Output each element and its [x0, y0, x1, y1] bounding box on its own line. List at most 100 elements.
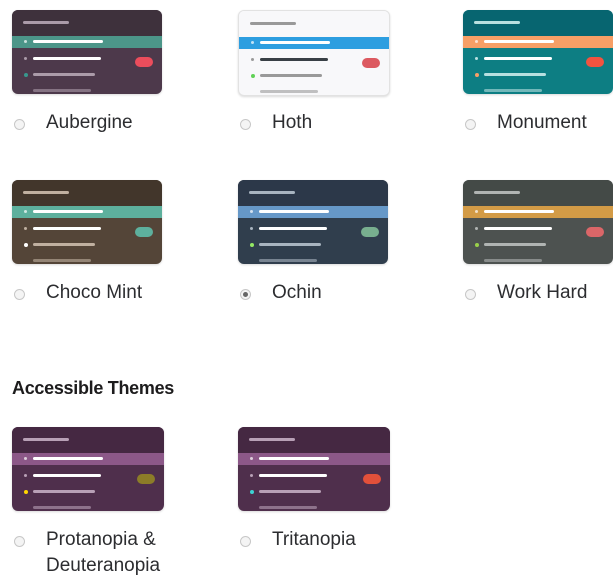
theme-radio-aubergine[interactable]	[14, 119, 25, 130]
theme-label-tritanopia[interactable]: Tritanopia	[272, 527, 356, 553]
theme-label-choco-mint[interactable]: Choco Mint	[46, 280, 142, 306]
preview-channel-row	[463, 70, 613, 80]
theme-radio-hoth[interactable]	[240, 119, 251, 130]
theme-label-monument[interactable]: Monument	[497, 110, 587, 136]
preview-active-channel	[12, 206, 162, 218]
preview-channel-line	[259, 243, 321, 246]
preview-channel-row	[238, 256, 388, 264]
theme-preview-ochin[interactable]	[238, 180, 388, 264]
presence-dot-icon	[251, 74, 255, 78]
preview-team-name	[250, 22, 296, 25]
presence-dot-icon	[250, 490, 254, 494]
theme-preview-tritanopia[interactable]	[238, 427, 390, 511]
preview-channel-line	[33, 243, 95, 246]
theme-radio-monument[interactable]	[465, 119, 476, 130]
preview-team-name	[474, 21, 520, 24]
presence-dot-icon	[24, 73, 28, 77]
hash-icon	[24, 57, 27, 60]
preview-channel-line	[260, 58, 328, 61]
hash-icon	[251, 58, 254, 61]
preview-active-channel	[12, 36, 162, 48]
theme-preview-work-hard[interactable]	[463, 180, 613, 264]
preview-channel-line	[259, 259, 317, 262]
preview-channel-line	[259, 227, 327, 230]
preview-team-name	[474, 191, 520, 194]
theme-radio-choco-mint[interactable]	[14, 289, 25, 300]
hash-icon	[250, 227, 253, 230]
preview-channel-row	[239, 71, 389, 81]
accessible-themes-heading: Accessible Themes	[12, 378, 174, 398]
theme-radio-protanopia-deuteranopia[interactable]	[14, 536, 25, 547]
theme-preview-hoth[interactable]	[238, 10, 390, 96]
presence-dot-icon	[24, 243, 28, 247]
preview-active-line	[259, 457, 329, 460]
hash-icon	[475, 40, 478, 43]
preview-channel-line	[33, 259, 91, 262]
preview-team-name	[23, 21, 69, 24]
preview-channel-line	[484, 73, 546, 76]
preview-channel-line	[259, 490, 321, 493]
theme-protanopia-deuteranopia[interactable]: Protanopia & Deuteranopia	[12, 427, 212, 577]
preview-channel-row	[463, 240, 613, 250]
preview-active-channel	[238, 206, 388, 218]
hash-icon	[24, 474, 27, 477]
theme-preview-choco-mint[interactable]	[12, 180, 162, 264]
preview-team-name	[249, 191, 295, 194]
hash-icon	[250, 210, 253, 213]
theme-aubergine[interactable]: Aubergine	[12, 10, 182, 140]
preview-header	[239, 11, 389, 37]
preview-channel-line	[33, 506, 91, 509]
preview-channel-row	[463, 86, 613, 94]
presence-dot-icon	[250, 243, 254, 247]
preview-mention-badge	[363, 474, 381, 484]
theme-preview-monument[interactable]	[463, 10, 613, 94]
preview-channel-line	[260, 74, 322, 77]
theme-preview-protanopia-deuteranopia[interactable]	[12, 427, 164, 511]
preview-channel-row	[463, 256, 613, 264]
presence-dot-icon	[24, 490, 28, 494]
theme-hoth[interactable]: Hoth	[238, 10, 408, 140]
preview-channel-line	[260, 90, 318, 93]
preview-channel-line	[33, 57, 101, 60]
hash-icon	[475, 227, 478, 230]
theme-work-hard[interactable]: Work Hard	[463, 180, 613, 310]
theme-radio-work-hard[interactable]	[465, 289, 476, 300]
preview-team-name	[249, 438, 295, 441]
theme-radio-tritanopia[interactable]	[240, 536, 251, 547]
preview-team-name	[23, 191, 69, 194]
hash-icon	[24, 40, 27, 43]
preview-header	[238, 180, 388, 206]
theme-label-ochin[interactable]: Ochin	[272, 280, 322, 306]
theme-choco-mint[interactable]: Choco Mint	[12, 180, 182, 310]
theme-label-line2-protanopia-deuteranopia[interactable]: Deuteranopia	[46, 553, 160, 579]
hash-icon	[251, 41, 254, 44]
preview-channel-line	[259, 474, 327, 477]
theme-label-hoth[interactable]: Hoth	[272, 110, 312, 136]
theme-label-aubergine[interactable]: Aubergine	[46, 110, 133, 136]
preview-channel-row	[12, 256, 162, 264]
presence-dot-icon	[475, 73, 479, 77]
preview-channel-row	[238, 487, 390, 497]
preview-channel-row	[238, 503, 390, 511]
theme-ochin[interactable]: Ochin	[238, 180, 408, 310]
theme-monument[interactable]: Monument	[463, 10, 613, 140]
theme-label-work-hard[interactable]: Work Hard	[497, 280, 587, 306]
preview-mention-badge	[362, 58, 380, 68]
preview-header	[12, 10, 162, 36]
preview-mention-badge	[135, 227, 153, 237]
preview-header	[12, 180, 162, 206]
theme-preview-aubergine[interactable]	[12, 10, 162, 94]
preview-mention-badge	[586, 57, 604, 67]
preview-active-line	[33, 210, 103, 213]
preview-channel-row	[238, 240, 388, 250]
preview-active-line	[259, 210, 329, 213]
hash-icon	[475, 210, 478, 213]
preview-channel-line	[33, 227, 101, 230]
preview-active-channel	[12, 453, 164, 465]
preview-mention-badge	[135, 57, 153, 67]
preview-channel-line	[33, 490, 95, 493]
theme-label-protanopia-deuteranopia[interactable]: Protanopia &	[46, 527, 156, 553]
hash-icon	[475, 57, 478, 60]
theme-radio-ochin[interactable]	[240, 289, 251, 300]
theme-tritanopia[interactable]: Tritanopia	[238, 427, 408, 557]
